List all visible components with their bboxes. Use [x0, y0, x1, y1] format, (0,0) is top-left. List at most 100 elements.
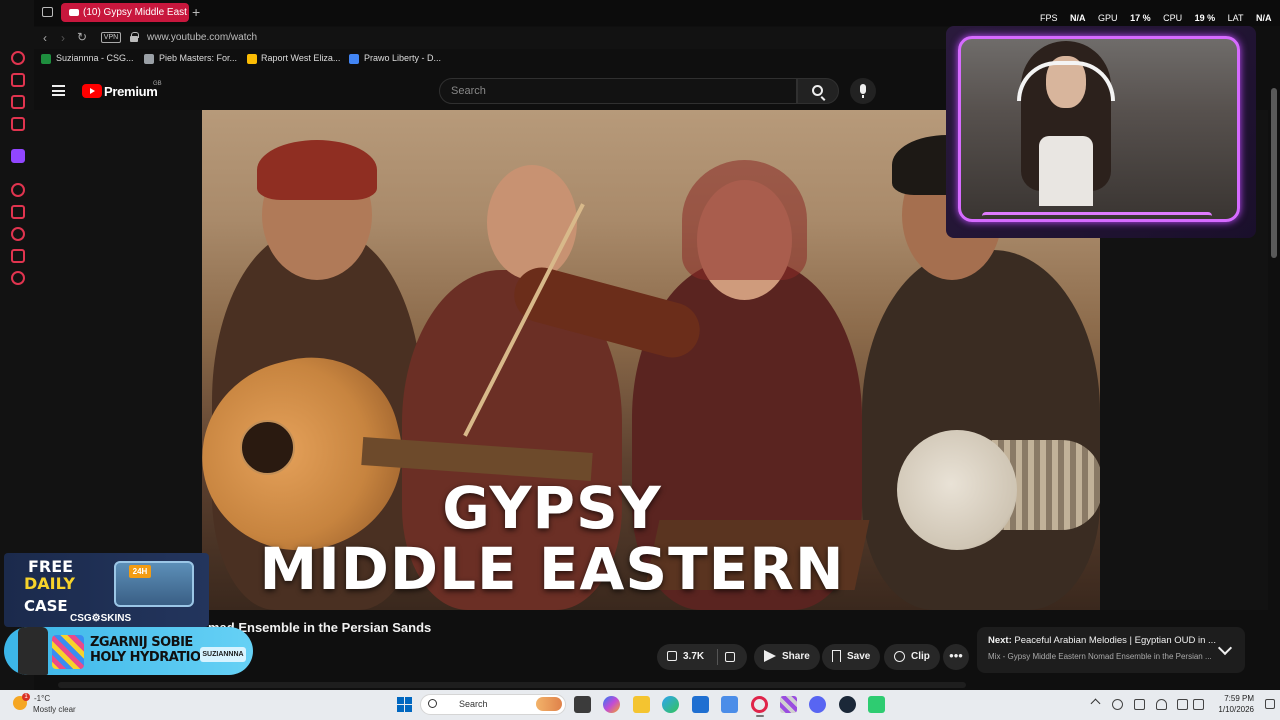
history-icon[interactable]	[11, 227, 25, 241]
drink-can-icon	[52, 635, 84, 669]
bookmark-item[interactable]: Raport West Eliza...	[261, 53, 340, 63]
wifi-icon[interactable]	[1177, 699, 1188, 710]
bookmark-item[interactable]: Pieb Masters: For...	[159, 53, 237, 63]
send-icon[interactable]	[11, 205, 25, 219]
windows-start-icon[interactable]	[397, 697, 412, 712]
like-divider	[717, 649, 718, 665]
head-wrap	[257, 140, 377, 200]
bookmark-item[interactable]: Prawo Liberty - D...	[364, 53, 441, 63]
discord-icon[interactable]	[809, 696, 826, 713]
case-box-icon	[114, 561, 194, 607]
darbuka-drum	[897, 430, 1017, 550]
clock-time[interactable]: 7:59 PM	[1214, 694, 1254, 703]
vpn-badge[interactable]: VPN	[101, 32, 121, 43]
outlook-icon[interactable]	[721, 696, 738, 713]
save-label: Save	[847, 651, 871, 662]
share-label: Share	[782, 651, 810, 662]
active-tab[interactable]: (10) Gypsy Middle East	[61, 3, 189, 22]
save-button[interactable]: Save	[822, 644, 881, 670]
onedrive-icon[interactable]	[1112, 699, 1123, 710]
up-next-prefix: Next:	[988, 635, 1012, 646]
hydration-ad: ZGARNIJ SOBIE HOLY HYDRATION SUZIANNNA	[4, 627, 253, 675]
file-explorer-icon[interactable]	[633, 696, 650, 713]
store-icon[interactable]	[692, 696, 709, 713]
search-button[interactable]	[797, 78, 839, 104]
streamer-top	[1039, 136, 1093, 206]
thumbnail-title-line2: MIDDLE EASTERN	[259, 535, 845, 603]
up-next-title[interactable]: Next: Peaceful Arabian Melodies | Egypti…	[988, 635, 1218, 646]
url-field[interactable]: www.youtube.com/watch	[147, 32, 257, 43]
performance-stats: FPS N/A GPU 17 % CPU 19 % LAT N/A	[1040, 13, 1280, 25]
csgo-skins-ad: FREE DAILY CASE 24H CSG⚙SKINS	[4, 553, 209, 627]
bookmark-item[interactable]: Suziannna - CSG...	[56, 53, 134, 63]
steam-icon[interactable]	[839, 696, 856, 713]
search-icon	[428, 699, 437, 708]
settings-icon[interactable]	[11, 271, 25, 285]
player-icon[interactable]	[11, 183, 25, 197]
share-button[interactable]: Share	[754, 644, 820, 670]
wrench-icon	[144, 54, 154, 64]
back-icon[interactable]: ‹	[43, 31, 47, 45]
share-icon	[764, 650, 776, 663]
snipping-tool-icon[interactable]	[780, 696, 797, 713]
obs-app-icon[interactable]	[868, 696, 885, 713]
up-next-card[interactable]	[977, 627, 1245, 673]
ad-line-daily: DAILY	[24, 574, 75, 593]
more-actions-button[interactable]: •••	[943, 644, 969, 670]
ad-24h-badge: 24H	[129, 565, 151, 578]
sheets-icon	[41, 54, 51, 64]
weather-temperature[interactable]: -1°C	[34, 694, 50, 703]
tab-overview-icon[interactable]	[42, 7, 53, 17]
search-icon	[812, 85, 823, 96]
lock-icon[interactable]	[130, 32, 139, 42]
scrollbar-thumb[interactable]	[1271, 88, 1277, 258]
webcam-frame	[958, 36, 1240, 222]
edge-icon[interactable]	[662, 696, 679, 713]
thumbs-down-icon[interactable]	[725, 652, 735, 662]
horizontal-scrollbar[interactable]	[58, 682, 966, 688]
stat-lat: LAT N/A	[1227, 13, 1272, 23]
clip-button[interactable]: Clip	[884, 644, 940, 670]
weather-description[interactable]: Mostly clear	[33, 705, 76, 714]
youtube-logo-icon[interactable]	[82, 84, 102, 98]
youtube-favicon-icon	[69, 8, 79, 16]
voice-search-button[interactable]	[850, 78, 876, 104]
save-icon	[832, 650, 841, 663]
youtube-premium-text[interactable]: Premium	[104, 84, 158, 99]
opera-running-indicator	[756, 715, 764, 717]
aria-icon[interactable]	[11, 73, 25, 87]
search-input[interactable]: Search	[439, 78, 797, 104]
opera-icon[interactable]	[751, 696, 768, 713]
clock-date[interactable]: 1/10/2026	[1208, 705, 1254, 714]
clip-icon	[894, 650, 905, 662]
reload-icon[interactable]: ↻	[77, 30, 87, 44]
stat-fps: FPS N/A	[1040, 13, 1086, 23]
notifications-icon[interactable]	[1265, 699, 1275, 709]
extensions-icon[interactable]	[11, 249, 25, 263]
ad-headline-2: HOLY HYDRATION	[90, 650, 211, 665]
head-scarf	[682, 160, 807, 280]
webcam-frame-accent	[982, 212, 1212, 222]
like-count: 3.7K	[683, 651, 705, 662]
twitch-icon[interactable]	[11, 149, 25, 163]
search-highlight-icon[interactable]	[536, 697, 562, 711]
speed-dial-icon[interactable]	[11, 51, 25, 65]
forward-icon[interactable]: ›	[61, 31, 65, 45]
volume-icon[interactable]	[1193, 699, 1204, 710]
microphone-icon[interactable]	[1156, 699, 1167, 710]
weather-alert-badge: 1	[22, 693, 30, 701]
copilot-icon[interactable]	[603, 696, 620, 713]
stat-cpu: CPU 19 %	[1163, 13, 1216, 23]
like-button[interactable]: 3.7K	[657, 644, 747, 670]
new-tab-button[interactable]: +	[192, 4, 206, 20]
ad-code-tag: SUZIANNNA	[200, 647, 246, 662]
docs-icon	[349, 54, 359, 64]
up-next-subtitle: Mix - Gypsy Middle Eastern Nomad Ensembl…	[988, 652, 1212, 661]
oud-soundhole	[240, 420, 295, 475]
gmail-icon[interactable]	[11, 117, 25, 131]
country-code: GB	[153, 81, 162, 87]
messenger-icon[interactable]	[11, 95, 25, 109]
sync-icon[interactable]	[1134, 699, 1145, 710]
menu-icon[interactable]	[52, 85, 65, 96]
task-view-icon[interactable]	[574, 696, 591, 713]
